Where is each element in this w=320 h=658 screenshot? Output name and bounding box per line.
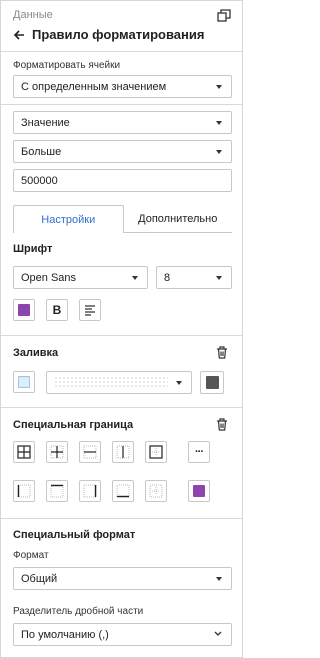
border-color-swatch (193, 485, 205, 497)
caret-down-icon (216, 577, 222, 581)
format-cells-value: С определенным значением (21, 80, 167, 93)
caret-down-icon (132, 276, 138, 280)
border-right-button[interactable] (79, 480, 101, 502)
border-left-icon (17, 484, 31, 498)
chevron-down-icon (214, 631, 222, 636)
back-arrow-icon[interactable] (13, 29, 25, 41)
tab-advanced[interactable]: Дополнительно (123, 205, 232, 233)
border-outer-button[interactable] (145, 441, 167, 463)
divider (1, 518, 242, 519)
border-top-icon (50, 484, 64, 498)
fill-pattern-select[interactable] (46, 371, 192, 394)
caret-down-icon (216, 276, 222, 280)
pattern-color-button[interactable] (200, 371, 224, 394)
decimal-separator-label: Разделитель дробной части (13, 606, 144, 617)
bold-label: B (52, 303, 62, 317)
panel-title: Данные (13, 9, 53, 21)
align-button[interactable] (79, 299, 101, 321)
border-right-icon (83, 484, 97, 498)
fill-section-title: Заливка (13, 347, 59, 359)
format-cells-label: Форматировать ячейки (13, 60, 121, 71)
border-more-button[interactable]: ··· (188, 441, 210, 463)
pattern-color-swatch (205, 376, 219, 389)
border-section-title: Специальная граница (13, 419, 134, 431)
value-input[interactable]: 500000 (13, 169, 232, 192)
value-input-text: 500000 (21, 174, 58, 187)
divider (1, 407, 242, 408)
format-value: Общий (21, 572, 58, 585)
border-inner-button[interactable] (46, 441, 68, 463)
border-top-button[interactable] (46, 480, 68, 502)
font-section-title: Шрифт (13, 243, 53, 255)
align-left-icon (85, 305, 95, 316)
border-inner-icon (50, 445, 64, 459)
divider (1, 335, 242, 336)
trash-icon[interactable] (216, 346, 228, 359)
border-bottom-icon (116, 484, 130, 498)
border-inner-horizontal-button[interactable] (79, 441, 101, 463)
field-value: Значение (21, 116, 70, 129)
border-outer-icon (149, 445, 163, 459)
decimal-separator-select[interactable]: По умолчанию (,) (13, 623, 232, 646)
font-size-value: 8 (164, 271, 171, 284)
caret-down-icon (216, 121, 222, 125)
border-inner-horizontal-icon (83, 445, 97, 459)
undock-icon[interactable] (217, 9, 231, 22)
border-color-button[interactable] (188, 480, 210, 502)
caret-down-icon (176, 381, 182, 385)
caret-down-icon (216, 85, 222, 89)
format-label: Формат (13, 550, 49, 561)
format-cells-select[interactable]: С определенным значением (13, 75, 232, 98)
border-inner-vertical-button[interactable] (112, 441, 134, 463)
operator-select[interactable]: Больше (13, 140, 232, 163)
border-bottom-button[interactable] (112, 480, 134, 502)
border-none-button[interactable] (145, 480, 167, 502)
format-rule-panel: Данные Правило форматирования Форматиров… (0, 0, 243, 658)
bold-button[interactable]: B (46, 299, 68, 321)
decimal-separator-value: По умолчанию (,) (21, 628, 109, 641)
font-family-select[interactable]: Open Sans (13, 266, 148, 289)
format-select[interactable]: Общий (13, 567, 232, 590)
more-icon: ··· (195, 446, 204, 458)
border-none-icon (149, 484, 163, 498)
fill-color-button[interactable] (13, 371, 35, 393)
font-color-swatch (18, 304, 30, 316)
special-format-title: Специальный формат (13, 529, 136, 541)
divider (1, 51, 242, 52)
font-size-select[interactable]: 8 (156, 266, 232, 289)
field-select[interactable]: Значение (13, 111, 232, 134)
font-family-value: Open Sans (21, 271, 77, 284)
fill-color-swatch (18, 376, 30, 388)
dot-pattern-preview (54, 376, 168, 389)
tab-bar: Настройки Дополнительно (13, 205, 232, 233)
font-color-button[interactable] (13, 299, 35, 321)
border-all-button[interactable] (13, 441, 35, 463)
operator-value: Больше (21, 145, 62, 158)
tab-settings[interactable]: Настройки (13, 205, 124, 233)
divider (1, 104, 242, 105)
rule-title: Правило форматирования (32, 27, 205, 42)
caret-down-icon (216, 150, 222, 154)
border-inner-vertical-icon (116, 445, 130, 459)
border-all-icon (17, 445, 31, 459)
back-row[interactable]: Правило форматирования (13, 27, 204, 42)
trash-icon[interactable] (216, 418, 228, 431)
border-left-button[interactable] (13, 480, 35, 502)
